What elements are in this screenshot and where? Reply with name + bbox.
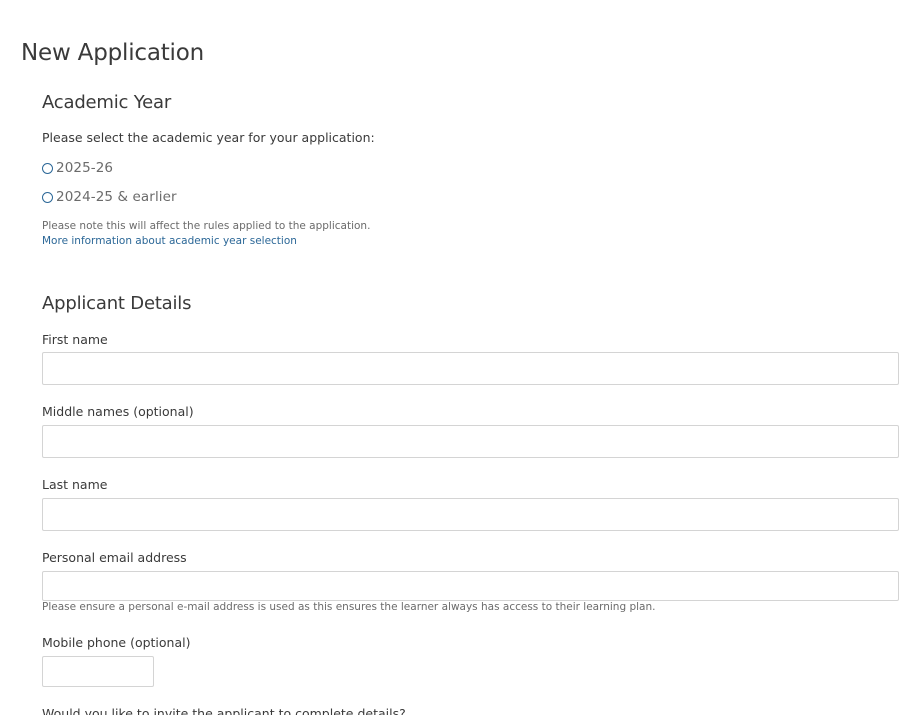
academic-year-option-label: 2025-26 xyxy=(56,160,114,176)
academic-year-prompt: Please select the academic year for your… xyxy=(42,130,375,145)
first-name-label: First name xyxy=(42,332,108,347)
academic-year-note: Please note this will affect the rules a… xyxy=(42,220,371,232)
last-name-input[interactable] xyxy=(42,498,899,531)
radio-button-icon[interactable] xyxy=(42,162,53,174)
academic-year-option-2024-25[interactable]: 2024-25 & earlier xyxy=(42,189,177,205)
middle-names-label: Middle names (optional) xyxy=(42,404,194,419)
mobile-phone-input[interactable] xyxy=(42,656,154,687)
email-input[interactable] xyxy=(42,571,899,601)
academic-year-option-2025-26[interactable]: 2025-26 xyxy=(42,160,113,176)
last-name-label: Last name xyxy=(42,477,108,492)
email-help-text: Please ensure a personal e-mail address … xyxy=(42,601,656,613)
first-name-input[interactable] xyxy=(42,352,899,385)
page-title: New Application xyxy=(21,40,204,66)
academic-year-option-label: 2024-25 & earlier xyxy=(56,189,177,205)
invite-applicant-question: Would you like to invite the applicant t… xyxy=(42,706,406,715)
academic-year-heading: Academic Year xyxy=(42,92,172,113)
new-application-page: New Application Academic Year Please sel… xyxy=(0,0,915,715)
middle-names-input[interactable] xyxy=(42,425,899,458)
applicant-details-heading: Applicant Details xyxy=(42,293,192,314)
email-label: Personal email address xyxy=(42,550,187,565)
radio-button-icon[interactable] xyxy=(42,191,53,203)
mobile-phone-label: Mobile phone (optional) xyxy=(42,635,191,650)
academic-year-info-link[interactable]: More information about academic year sel… xyxy=(42,235,297,247)
